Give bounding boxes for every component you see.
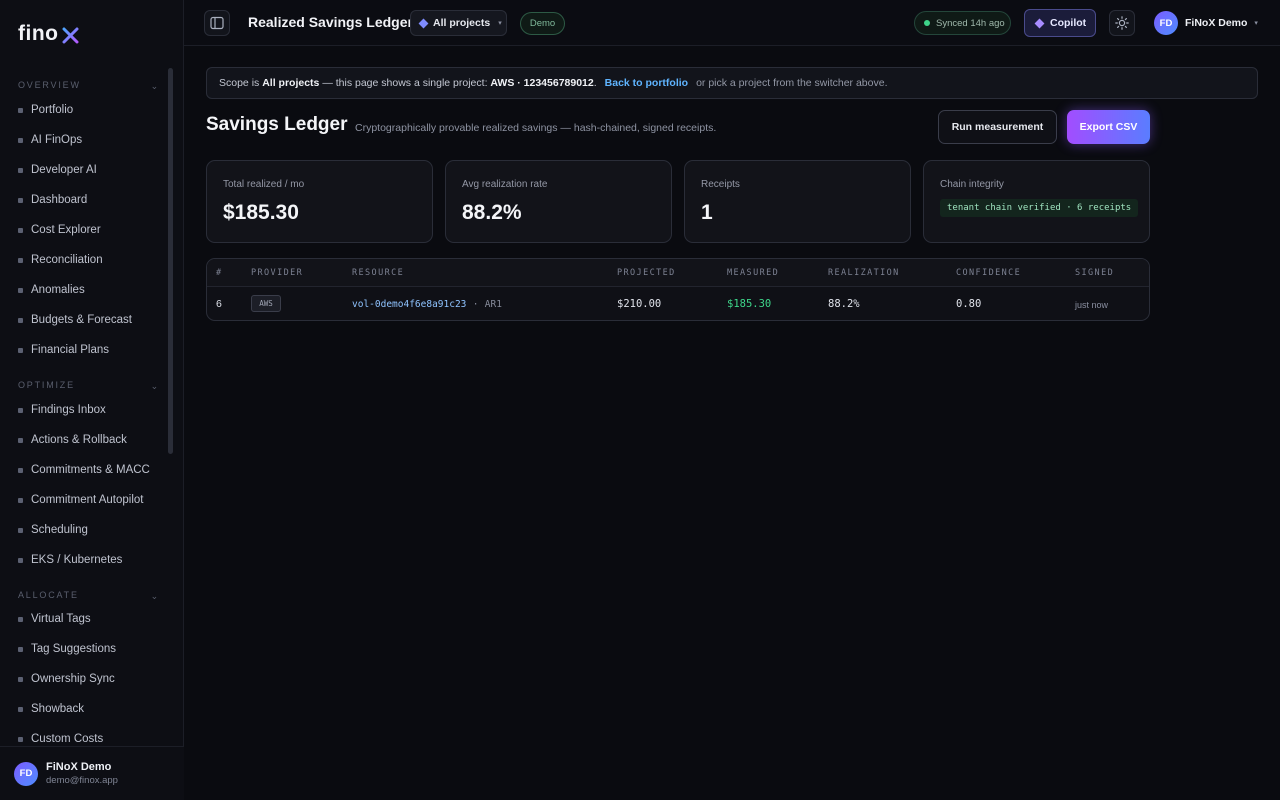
bullet-icon: [18, 616, 23, 622]
table-header: # PROVIDER RESOURCE PROJECTED MEASURED R…: [207, 259, 1149, 287]
chevron-down-icon: ⌄: [150, 381, 160, 391]
bullet-icon: [18, 467, 23, 473]
diamond-icon: [418, 18, 429, 28]
section-allocate[interactable]: ALLOCATE ⌄: [18, 590, 160, 604]
bullet-icon: [18, 527, 23, 533]
section-title: Savings Ledger: [206, 114, 348, 135]
topbar: Realized Savings Ledger All projects ▾ D…: [184, 0, 1280, 46]
sidebar-item-commitments-macc[interactable]: Commitments & MACC: [18, 460, 158, 480]
project-switcher[interactable]: All projects ▾: [410, 10, 507, 36]
sidebar-item-ownership-sync[interactable]: Ownership Sync: [18, 669, 158, 689]
sidebar-item-developer-ai[interactable]: Developer AI: [18, 160, 158, 180]
bullet-icon: [18, 257, 23, 263]
sidebar-item-budgets-forecast[interactable]: Budgets & Forecast: [18, 310, 158, 330]
user-name: FiNoX Demo: [46, 761, 112, 773]
scope-banner: Scope is All projects — this page shows …: [206, 67, 1258, 99]
sidebar-item-cost-explorer[interactable]: Cost Explorer: [18, 220, 158, 240]
bullet-icon: [18, 137, 23, 143]
resource-region: AR1: [484, 299, 502, 310]
chevron-down-icon: ▾: [1254, 20, 1258, 27]
section-optimize[interactable]: OPTIMIZE ⌄: [18, 380, 160, 394]
stat-card-receipts: Receipts 1: [684, 160, 911, 243]
bullet-icon: [18, 557, 23, 563]
avatar: FD: [1154, 11, 1178, 35]
receipts-table: # PROVIDER RESOURCE PROJECTED MEASURED R…: [206, 258, 1150, 321]
sidebar-item-custom-costs[interactable]: Custom Costs: [18, 729, 158, 746]
sidebar-item-commitment-autopilot[interactable]: Commitment Autopilot: [18, 490, 158, 510]
bullet-icon: [18, 227, 23, 233]
sidebar-item-reconciliation[interactable]: Reconciliation: [18, 250, 158, 270]
brand-logo[interactable]: fino: [18, 22, 79, 46]
diamond-icon: [1034, 18, 1045, 28]
chevron-down-icon: ⌄: [150, 81, 160, 91]
confidence-cell: 0.80: [956, 298, 982, 310]
sidebar-item-tag-suggestions[interactable]: Tag Suggestions: [18, 639, 158, 659]
sidebar-scrollbar[interactable]: [168, 68, 173, 454]
resource-id-link[interactable]: vol-0demo4f6e8a91c23: [352, 299, 466, 310]
sidebar-item-financial-plans[interactable]: Financial Plans: [18, 340, 158, 360]
bullet-icon: [18, 706, 23, 712]
sun-icon: [1115, 16, 1129, 30]
theme-toggle-button[interactable]: [1109, 10, 1135, 36]
chevron-down-icon: ▾: [498, 20, 502, 27]
stat-card-total-realized: Total realized / mo $185.30: [206, 160, 433, 243]
user-email: demo@finox.app: [46, 775, 118, 786]
copilot-button[interactable]: Copilot: [1024, 9, 1096, 37]
chevron-down-icon: ⌄: [150, 591, 160, 601]
stat-card-chain-integrity: Chain integrity tenant chain verified · …: [923, 160, 1150, 243]
row-index: 6: [216, 298, 222, 310]
logo-text: fino: [18, 22, 59, 45]
sidebar-item-portfolio[interactable]: Portfolio: [18, 100, 158, 120]
resource-cell: vol-0demo4f6e8a91c23 · AR1: [352, 299, 502, 310]
sidebar-user-card[interactable]: FD FiNoX Demo demo@finox.app: [0, 746, 184, 800]
bullet-icon: [18, 107, 23, 113]
sidebar-item-actions-rollback[interactable]: Actions & Rollback: [18, 430, 158, 450]
measured-cell: $185.30: [727, 298, 772, 310]
demo-badge: Demo: [520, 12, 565, 35]
realization-cell: 88.2%: [828, 298, 860, 310]
bullet-icon: [18, 287, 23, 293]
page-title: Realized Savings Ledger: [248, 14, 413, 30]
provider-badge: AWS: [251, 295, 281, 312]
sidebar-panel-icon: [210, 16, 224, 30]
projected-cell: $210.00: [617, 298, 662, 310]
sidebar-item-showback[interactable]: Showback: [18, 699, 158, 719]
bullet-icon: [18, 197, 23, 203]
bullet-icon: [18, 497, 23, 503]
bullet-icon: [18, 317, 23, 323]
sidebar-item-anomalies[interactable]: Anomalies: [18, 280, 158, 300]
sidebar: fino OVERVIEW ⌄ Portfolio AI FinOps Devel…: [0, 0, 184, 800]
sidebar-item-virtual-tags[interactable]: Virtual Tags: [18, 609, 158, 629]
stat-card-avg-realization: Avg realization rate 88.2%: [445, 160, 672, 243]
bullet-icon: [18, 736, 23, 742]
sync-status[interactable]: Synced 14h ago: [914, 11, 1011, 35]
sidebar-item-scheduling[interactable]: Scheduling: [18, 520, 158, 540]
nav-list: OVERVIEW ⌄ Portfolio AI FinOps Developer …: [0, 68, 184, 746]
bullet-icon: [18, 437, 23, 443]
sidebar-item-eks-kubernetes[interactable]: EKS / Kubernetes: [18, 550, 158, 570]
signed-cell: just now: [1075, 300, 1109, 310]
run-measurement-button[interactable]: Run measurement: [938, 110, 1057, 144]
bullet-icon: [18, 646, 23, 652]
sidebar-item-dashboard[interactable]: Dashboard: [18, 190, 158, 210]
section-subtitle: Cryptographically provable realized savi…: [355, 122, 717, 134]
chain-verified-badge: tenant chain verified · 6 receipts: [940, 199, 1139, 217]
bullet-icon: [18, 676, 23, 682]
bullet-icon: [18, 347, 23, 353]
avatar: FD: [14, 761, 38, 786]
section-overview[interactable]: OVERVIEW ⌄: [18, 80, 160, 94]
user-menu[interactable]: FD FiNoX Demo ▾: [1154, 11, 1258, 35]
bullet-icon: [18, 407, 23, 413]
status-dot-icon: [924, 20, 930, 26]
sidebar-item-findings-inbox[interactable]: Findings Inbox: [18, 400, 158, 420]
sidebar-toggle-button[interactable]: [204, 10, 230, 36]
sidebar-item-ai-finops[interactable]: AI FinOps: [18, 130, 158, 150]
back-to-portfolio-link[interactable]: Back to portfolio: [605, 77, 688, 89]
export-csv-button[interactable]: Export CSV: [1067, 110, 1150, 144]
bullet-icon: [18, 167, 23, 173]
logo-x-icon: [62, 27, 79, 43]
